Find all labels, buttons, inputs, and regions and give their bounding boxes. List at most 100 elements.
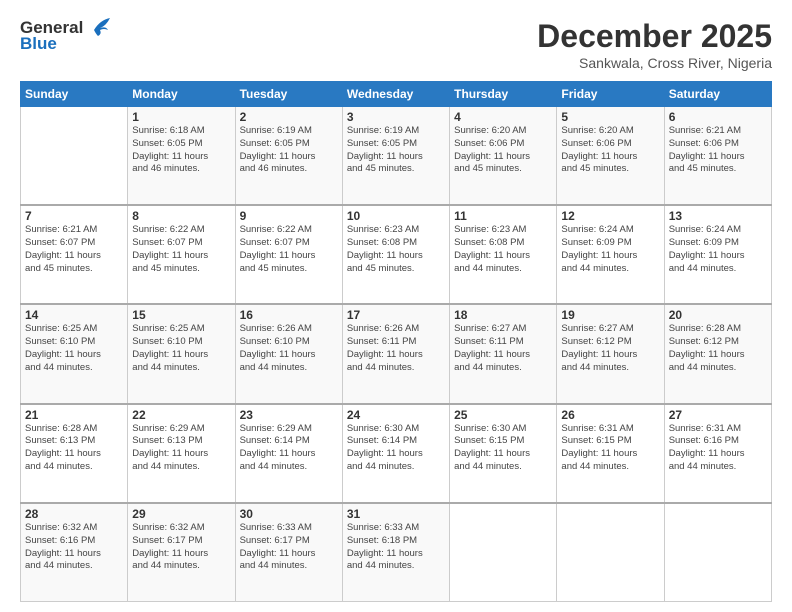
day-info: Sunrise: 6:20 AMSunset: 6:06 PMDaylight:… xyxy=(561,125,659,176)
calendar-cell: 9Sunrise: 6:22 AMSunset: 6:07 PMDaylight… xyxy=(235,205,342,304)
day-number: 15 xyxy=(132,308,230,322)
day-number: 13 xyxy=(669,209,767,223)
day-number: 25 xyxy=(454,408,552,422)
day-info: Sunrise: 6:28 AMSunset: 6:13 PMDaylight:… xyxy=(25,423,123,474)
calendar-cell: 13Sunrise: 6:24 AMSunset: 6:09 PMDayligh… xyxy=(664,205,771,304)
day-info: Sunrise: 6:20 AMSunset: 6:06 PMDaylight:… xyxy=(454,125,552,176)
day-info: Sunrise: 6:18 AMSunset: 6:05 PMDaylight:… xyxy=(132,125,230,176)
day-number: 4 xyxy=(454,110,552,124)
day-number: 31 xyxy=(347,507,445,521)
calendar-cell: 18Sunrise: 6:27 AMSunset: 6:11 PMDayligh… xyxy=(450,304,557,403)
day-number: 17 xyxy=(347,308,445,322)
day-number: 6 xyxy=(669,110,767,124)
calendar-cell: 26Sunrise: 6:31 AMSunset: 6:15 PMDayligh… xyxy=(557,404,664,503)
main-title: December 2025 xyxy=(537,18,772,55)
calendar-cell: 29Sunrise: 6:32 AMSunset: 6:17 PMDayligh… xyxy=(128,503,235,602)
day-info: Sunrise: 6:22 AMSunset: 6:07 PMDaylight:… xyxy=(240,224,338,275)
day-info: Sunrise: 6:32 AMSunset: 6:17 PMDaylight:… xyxy=(132,522,230,573)
day-info: Sunrise: 6:33 AMSunset: 6:18 PMDaylight:… xyxy=(347,522,445,573)
day-info: Sunrise: 6:30 AMSunset: 6:14 PMDaylight:… xyxy=(347,423,445,474)
day-info: Sunrise: 6:27 AMSunset: 6:11 PMDaylight:… xyxy=(454,323,552,374)
calendar-cell: 17Sunrise: 6:26 AMSunset: 6:11 PMDayligh… xyxy=(342,304,449,403)
day-info: Sunrise: 6:25 AMSunset: 6:10 PMDaylight:… xyxy=(132,323,230,374)
day-number: 20 xyxy=(669,308,767,322)
day-info: Sunrise: 6:24 AMSunset: 6:09 PMDaylight:… xyxy=(561,224,659,275)
calendar-cell: 4Sunrise: 6:20 AMSunset: 6:06 PMDaylight… xyxy=(450,107,557,206)
day-number: 10 xyxy=(347,209,445,223)
day-info: Sunrise: 6:33 AMSunset: 6:17 PMDaylight:… xyxy=(240,522,338,573)
calendar-header-monday: Monday xyxy=(128,82,235,107)
day-number: 3 xyxy=(347,110,445,124)
day-info: Sunrise: 6:31 AMSunset: 6:16 PMDaylight:… xyxy=(669,423,767,474)
day-number: 18 xyxy=(454,308,552,322)
day-number: 30 xyxy=(240,507,338,521)
calendar-week-3: 14Sunrise: 6:25 AMSunset: 6:10 PMDayligh… xyxy=(21,304,772,403)
day-number: 28 xyxy=(25,507,123,521)
calendar-cell: 12Sunrise: 6:24 AMSunset: 6:09 PMDayligh… xyxy=(557,205,664,304)
calendar-cell: 19Sunrise: 6:27 AMSunset: 6:12 PMDayligh… xyxy=(557,304,664,403)
calendar-cell: 16Sunrise: 6:26 AMSunset: 6:10 PMDayligh… xyxy=(235,304,342,403)
day-number: 2 xyxy=(240,110,338,124)
calendar-cell: 11Sunrise: 6:23 AMSunset: 6:08 PMDayligh… xyxy=(450,205,557,304)
calendar-cell xyxy=(557,503,664,602)
day-info: Sunrise: 6:21 AMSunset: 6:07 PMDaylight:… xyxy=(25,224,123,275)
calendar-cell: 7Sunrise: 6:21 AMSunset: 6:07 PMDaylight… xyxy=(21,205,128,304)
calendar-cell xyxy=(450,503,557,602)
calendar-cell: 23Sunrise: 6:29 AMSunset: 6:14 PMDayligh… xyxy=(235,404,342,503)
day-number: 24 xyxy=(347,408,445,422)
day-info: Sunrise: 6:30 AMSunset: 6:15 PMDaylight:… xyxy=(454,423,552,474)
calendar-cell: 28Sunrise: 6:32 AMSunset: 6:16 PMDayligh… xyxy=(21,503,128,602)
day-number: 1 xyxy=(132,110,230,124)
calendar-cell xyxy=(21,107,128,206)
calendar-header-wednesday: Wednesday xyxy=(342,82,449,107)
calendar-header-row: SundayMondayTuesdayWednesdayThursdayFrid… xyxy=(21,82,772,107)
day-info: Sunrise: 6:25 AMSunset: 6:10 PMDaylight:… xyxy=(25,323,123,374)
calendar-cell: 10Sunrise: 6:23 AMSunset: 6:08 PMDayligh… xyxy=(342,205,449,304)
calendar-week-4: 21Sunrise: 6:28 AMSunset: 6:13 PMDayligh… xyxy=(21,404,772,503)
calendar-header-saturday: Saturday xyxy=(664,82,771,107)
calendar-cell: 2Sunrise: 6:19 AMSunset: 6:05 PMDaylight… xyxy=(235,107,342,206)
calendar-table: SundayMondayTuesdayWednesdayThursdayFrid… xyxy=(20,81,772,602)
day-number: 29 xyxy=(132,507,230,521)
day-info: Sunrise: 6:26 AMSunset: 6:10 PMDaylight:… xyxy=(240,323,338,374)
day-info: Sunrise: 6:22 AMSunset: 6:07 PMDaylight:… xyxy=(132,224,230,275)
day-number: 5 xyxy=(561,110,659,124)
day-number: 22 xyxy=(132,408,230,422)
day-info: Sunrise: 6:32 AMSunset: 6:16 PMDaylight:… xyxy=(25,522,123,573)
day-info: Sunrise: 6:26 AMSunset: 6:11 PMDaylight:… xyxy=(347,323,445,374)
page: General Blue December 2025 Sankwala, Cro… xyxy=(0,0,792,612)
header: General Blue December 2025 Sankwala, Cro… xyxy=(20,18,772,71)
calendar-header-sunday: Sunday xyxy=(21,82,128,107)
calendar-cell: 6Sunrise: 6:21 AMSunset: 6:06 PMDaylight… xyxy=(664,107,771,206)
day-info: Sunrise: 6:28 AMSunset: 6:12 PMDaylight:… xyxy=(669,323,767,374)
calendar-cell: 30Sunrise: 6:33 AMSunset: 6:17 PMDayligh… xyxy=(235,503,342,602)
day-number: 16 xyxy=(240,308,338,322)
day-info: Sunrise: 6:19 AMSunset: 6:05 PMDaylight:… xyxy=(240,125,338,176)
day-number: 7 xyxy=(25,209,123,223)
day-number: 19 xyxy=(561,308,659,322)
calendar-cell: 24Sunrise: 6:30 AMSunset: 6:14 PMDayligh… xyxy=(342,404,449,503)
day-info: Sunrise: 6:29 AMSunset: 6:13 PMDaylight:… xyxy=(132,423,230,474)
day-info: Sunrise: 6:27 AMSunset: 6:12 PMDaylight:… xyxy=(561,323,659,374)
calendar-cell: 8Sunrise: 6:22 AMSunset: 6:07 PMDaylight… xyxy=(128,205,235,304)
calendar-header-thursday: Thursday xyxy=(450,82,557,107)
calendar-cell: 5Sunrise: 6:20 AMSunset: 6:06 PMDaylight… xyxy=(557,107,664,206)
day-info: Sunrise: 6:21 AMSunset: 6:06 PMDaylight:… xyxy=(669,125,767,176)
calendar-week-5: 28Sunrise: 6:32 AMSunset: 6:16 PMDayligh… xyxy=(21,503,772,602)
day-number: 27 xyxy=(669,408,767,422)
day-number: 26 xyxy=(561,408,659,422)
day-number: 11 xyxy=(454,209,552,223)
calendar-cell: 1Sunrise: 6:18 AMSunset: 6:05 PMDaylight… xyxy=(128,107,235,206)
day-number: 14 xyxy=(25,308,123,322)
day-info: Sunrise: 6:23 AMSunset: 6:08 PMDaylight:… xyxy=(454,224,552,275)
calendar-week-1: 1Sunrise: 6:18 AMSunset: 6:05 PMDaylight… xyxy=(21,107,772,206)
calendar-cell: 20Sunrise: 6:28 AMSunset: 6:12 PMDayligh… xyxy=(664,304,771,403)
day-number: 21 xyxy=(25,408,123,422)
calendar-cell: 22Sunrise: 6:29 AMSunset: 6:13 PMDayligh… xyxy=(128,404,235,503)
subtitle: Sankwala, Cross River, Nigeria xyxy=(537,55,772,71)
calendar-cell: 21Sunrise: 6:28 AMSunset: 6:13 PMDayligh… xyxy=(21,404,128,503)
calendar-cell xyxy=(664,503,771,602)
day-number: 9 xyxy=(240,209,338,223)
day-number: 8 xyxy=(132,209,230,223)
logo: General Blue xyxy=(20,18,112,54)
